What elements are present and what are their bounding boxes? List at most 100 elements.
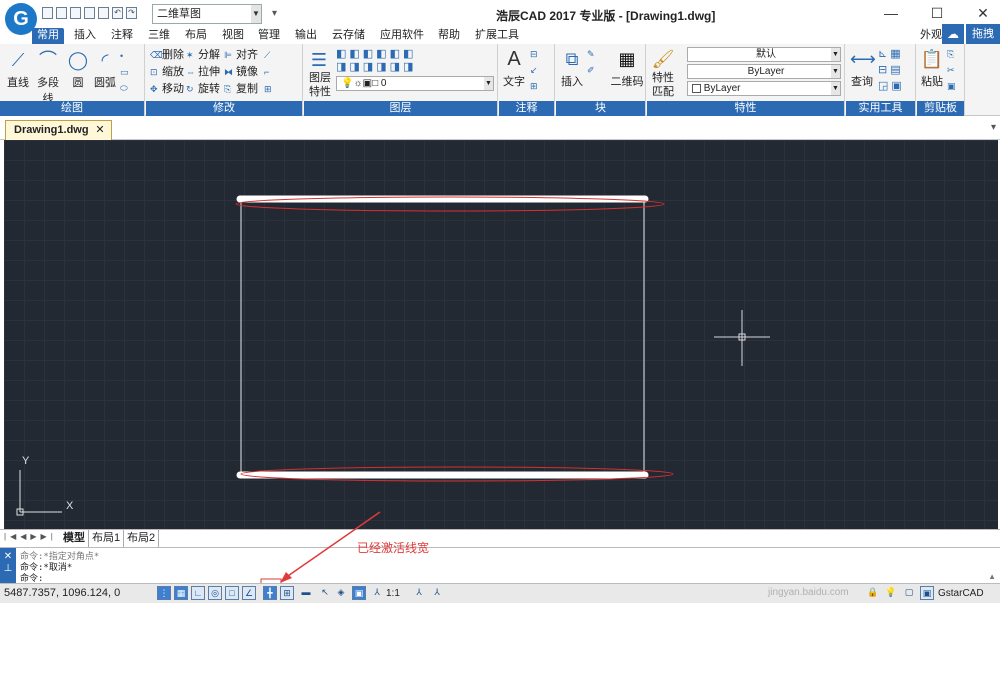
cloud-icon[interactable]: ☁ bbox=[942, 24, 964, 44]
maximize-button[interactable]: ☐ bbox=[922, 5, 952, 22]
tab-insert[interactable]: 插入 bbox=[72, 28, 98, 44]
rotate-tool[interactable]: ↻ 旋转 bbox=[186, 81, 220, 97]
annotation-monitor-icon[interactable]: ◈ bbox=[334, 586, 348, 600]
paste-tool[interactable]: 📋 粘贴 bbox=[919, 47, 945, 89]
panel-annotation-title[interactable]: 注释 bbox=[499, 101, 554, 116]
drawing-canvas[interactable]: Y X Bai 经验 bbox=[4, 140, 998, 690]
document-tab[interactable]: Drawing1.dwg ✕ bbox=[5, 120, 112, 140]
panel-properties-title[interactable]: 特性 bbox=[647, 101, 844, 116]
tab-3d[interactable]: 三维 bbox=[146, 28, 172, 44]
close-button[interactable]: ✕ bbox=[968, 5, 998, 22]
table-tool[interactable]: ⊞ bbox=[530, 78, 542, 94]
osnap-icon[interactable]: □ bbox=[225, 586, 239, 600]
utility-tools[interactable]: ⊾▦ bbox=[878, 46, 904, 62]
annotation-scale-value[interactable]: 1:1 bbox=[386, 588, 400, 599]
edit-block-tool[interactable]: ✐ bbox=[587, 62, 599, 78]
panel-modify-title[interactable]: 修改 bbox=[146, 101, 302, 116]
move-tool[interactable]: ✥ 移动 bbox=[150, 81, 184, 97]
tab-home[interactable]: 常用 bbox=[32, 28, 64, 44]
tab-layout[interactable]: 布局 bbox=[183, 28, 209, 44]
appearance-menu[interactable]: 外观 bbox=[918, 28, 944, 44]
tab-layout1[interactable]: 布局1 bbox=[89, 530, 125, 547]
polyline-tool[interactable]: ⌒ 多段线 bbox=[33, 48, 63, 106]
create-block-tool[interactable]: ✎ bbox=[587, 46, 599, 62]
mirror-tool[interactable]: ⧓ 镜像 bbox=[224, 64, 258, 80]
tab-view[interactable]: 视图 bbox=[220, 28, 246, 44]
dimension-tool[interactable]: ⊟ bbox=[530, 46, 542, 62]
tab-help[interactable]: 帮助 bbox=[436, 28, 462, 44]
clean-screen-icon[interactable]: ▢ bbox=[902, 586, 916, 600]
workspace-select[interactable]: 二维草图 ▼ bbox=[152, 4, 262, 24]
erase-tool[interactable]: ⌫删除 bbox=[150, 47, 184, 63]
transparency-icon[interactable]: ▬ bbox=[299, 586, 313, 600]
minimize-button[interactable]: — bbox=[876, 5, 906, 21]
panel-clipboard-title[interactable]: 剪贴板 bbox=[917, 101, 964, 116]
ellipse-tool[interactable]: ⬭ bbox=[120, 80, 132, 96]
annotation-scale-icon[interactable]: ⅄ bbox=[370, 586, 384, 600]
panel-block-title[interactable]: 块 bbox=[556, 101, 645, 116]
point-tool[interactable]: • bbox=[120, 48, 132, 64]
paste-special-tool[interactable]: ▣ bbox=[947, 78, 959, 94]
save-as-icon[interactable] bbox=[84, 7, 95, 19]
trim-tool[interactable]: ⟋ bbox=[264, 47, 276, 63]
drag-button[interactable]: 拖拽 bbox=[966, 24, 1000, 44]
auto-scale-icon[interactable]: ⅄ bbox=[430, 586, 444, 600]
query-tool[interactable]: ⟷ 查询 bbox=[848, 47, 876, 89]
layer-select[interactable]: 💡☼▣□ 0 ▼ bbox=[336, 76, 494, 91]
panel-layer-title[interactable]: 图层 bbox=[304, 101, 497, 116]
close-icon[interactable]: ✕ bbox=[4, 551, 12, 562]
snap-grid-icon[interactable]: ⋮ bbox=[157, 586, 171, 600]
ortho-icon[interactable]: ∟ bbox=[191, 586, 205, 600]
gstarcad-icon[interactable]: ▣ bbox=[920, 586, 934, 600]
copy-tool[interactable]: ⎘ 复制 bbox=[224, 81, 258, 97]
annotation-visibility-icon[interactable]: ⅄ bbox=[412, 586, 426, 600]
tab-extensions[interactable]: 扩展工具 bbox=[473, 28, 521, 44]
command-scroll-icon[interactable]: ▲ bbox=[988, 572, 996, 581]
linetype-select[interactable]: ByLayer ▼ bbox=[687, 64, 841, 79]
qat-customize-icon[interactable]: ▾ bbox=[272, 8, 277, 19]
align-tool[interactable]: ⊫ 对齐 bbox=[224, 47, 258, 63]
pin-icon[interactable]: ⊥ bbox=[4, 563, 13, 574]
panel-draw-title[interactable]: 绘图 bbox=[0, 101, 144, 116]
lineweight-toggle-icon[interactable]: ╋ bbox=[263, 586, 277, 600]
tab-apps[interactable]: 应用软件 bbox=[378, 28, 426, 44]
tabs-menu-icon[interactable]: ▾ bbox=[991, 122, 996, 133]
selection-cycle-icon[interactable]: ↖ bbox=[318, 586, 332, 600]
leader-tool[interactable]: ↙ bbox=[530, 62, 542, 78]
tab-cloud[interactable]: 云存储 bbox=[330, 28, 367, 44]
color-select[interactable]: 默认 ▼ bbox=[687, 47, 841, 62]
lineweight-select[interactable]: ByLayer ▼ bbox=[687, 81, 841, 96]
tab-model[interactable]: 模型 bbox=[60, 530, 89, 547]
tab-layout2[interactable]: 布局2 bbox=[124, 530, 160, 547]
stretch-tool[interactable]: ⇔ 拉伸 bbox=[186, 64, 220, 80]
open-icon[interactable] bbox=[56, 7, 67, 19]
lightbulb-icon[interactable]: 💡 bbox=[884, 586, 898, 600]
new-icon[interactable] bbox=[42, 7, 53, 19]
layout-nav-arrows[interactable]: |◀◀▶▶| bbox=[4, 532, 57, 541]
tab-manage[interactable]: 管理 bbox=[256, 28, 282, 44]
lock-icon[interactable]: 🔒 bbox=[866, 586, 880, 600]
model-space-icon[interactable]: ▣ bbox=[352, 586, 366, 600]
grid-icon[interactable]: ▦ bbox=[174, 586, 188, 600]
dynamic-input-icon[interactable]: ⊞ bbox=[280, 586, 294, 600]
layer-tools-row-2[interactable]: ◨◨◨◨◨◨ bbox=[336, 59, 416, 75]
panel-utilities-title[interactable]: 实用工具 bbox=[846, 101, 915, 116]
insert-block-tool[interactable]: ⧉ 插入 bbox=[558, 47, 586, 89]
arc-tool[interactable]: ◜ 圆弧 bbox=[92, 48, 118, 90]
utility-tools-3[interactable]: ◲▣ bbox=[878, 78, 905, 94]
line-tool[interactable]: ⟋ 直线 bbox=[5, 48, 31, 90]
save-icon[interactable] bbox=[70, 7, 81, 19]
copyclip-tool[interactable]: ⎘ bbox=[947, 46, 959, 62]
rectangle-tool[interactable]: ▭ bbox=[120, 64, 132, 80]
fillet-tool[interactable]: ⌐ bbox=[264, 64, 276, 80]
utility-tools-2[interactable]: ⊟▤ bbox=[878, 62, 904, 78]
undo-icon[interactable]: ↶ bbox=[112, 7, 123, 19]
array-tool[interactable]: ⊞ bbox=[264, 81, 276, 97]
redo-icon[interactable]: ↷ bbox=[126, 7, 137, 19]
scale-tool[interactable]: ⊡ 缩放 bbox=[150, 64, 184, 80]
tab-annotate[interactable]: 注释 bbox=[109, 28, 135, 44]
print-icon[interactable] bbox=[98, 7, 109, 19]
text-tool[interactable]: A 文字 bbox=[501, 47, 527, 89]
tab-output[interactable]: 输出 bbox=[293, 28, 319, 44]
otrack-icon[interactable]: ∠ bbox=[242, 586, 256, 600]
